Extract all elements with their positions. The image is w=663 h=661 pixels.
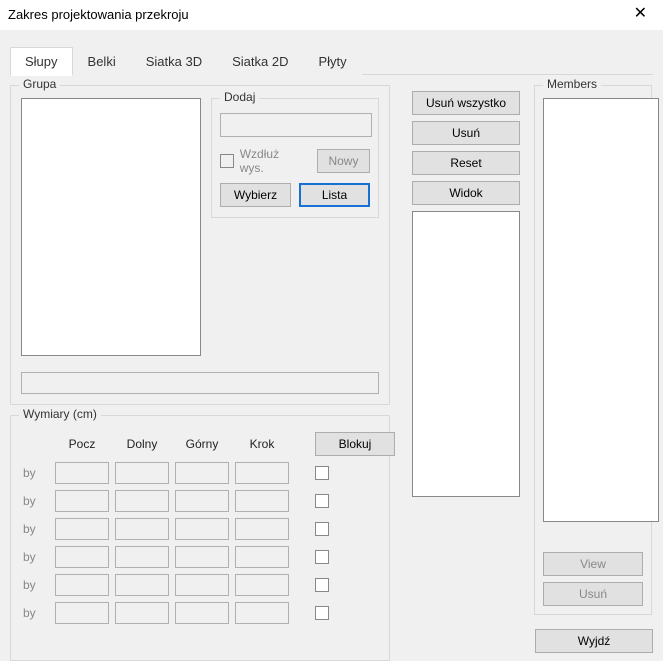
usun-wszystko-button[interactable]: Usuń wszystko <box>412 91 520 115</box>
wyjdz-button[interactable]: Wyjdź <box>535 629 653 653</box>
tab-plyty[interactable]: Płyty <box>303 47 361 75</box>
tab-content: Grupa Dodaj Wzdłuż wys. <box>10 75 653 661</box>
dodaj-input[interactable] <box>220 113 372 137</box>
dim-header-dolny: Dolny <box>115 437 169 451</box>
dim-gorny-input[interactable] <box>175 462 229 484</box>
dim-header-row: Pocz Dolny Górny Krok Blokuj <box>21 432 379 456</box>
dim-row-checkbox[interactable] <box>315 466 329 480</box>
wybierz-button[interactable]: Wybierz <box>220 183 291 207</box>
dim-gorny-input[interactable] <box>175 490 229 512</box>
dim-krok-input[interactable] <box>235 574 289 596</box>
grupa-listbox-wrap <box>21 98 201 356</box>
window-title: Zakres projektowania przekroju <box>8 7 189 22</box>
group-box-members: Members View Usuń <box>534 85 652 615</box>
members-usun-button[interactable]: Usuń <box>543 582 643 606</box>
dim-krok-input[interactable] <box>235 462 289 484</box>
nowy-button[interactable]: Nowy <box>317 149 370 173</box>
action-buttons: Usuń wszystko Usuń Reset Widok <box>412 85 522 205</box>
lista-button[interactable]: Lista <box>299 183 370 207</box>
dim-krok-input[interactable] <box>235 518 289 540</box>
tab-belki[interactable]: Belki <box>73 47 131 75</box>
dim-row-label: by <box>21 466 49 480</box>
dim-row-label: by <box>21 522 49 536</box>
dim-row-checkbox[interactable] <box>315 578 329 592</box>
dim-dolny-input[interactable] <box>115 490 169 512</box>
close-icon[interactable]: ✕ <box>628 6 653 22</box>
dim-dolny-input[interactable] <box>115 518 169 540</box>
dim-row-label: by <box>21 606 49 620</box>
dim-header-krok: Krok <box>235 437 289 451</box>
dim-row-checkbox[interactable] <box>315 550 329 564</box>
dim-gorny-input[interactable] <box>175 518 229 540</box>
dim-row-label: by <box>21 494 49 508</box>
dim-gorny-input[interactable] <box>175 546 229 568</box>
dim-gorny-input[interactable] <box>175 574 229 596</box>
dim-header-pocz: Pocz <box>55 437 109 451</box>
blokuj-button[interactable]: Blokuj <box>315 432 395 456</box>
dim-dolny-input[interactable] <box>115 602 169 624</box>
dim-pocz-input[interactable] <box>55 462 109 484</box>
tab-slupy[interactable]: Słupy <box>10 47 73 76</box>
grupa-bottom-input[interactable] <box>21 372 379 394</box>
left-column: Grupa Dodaj Wzdłuż wys. <box>10 85 400 661</box>
dim-row: by <box>21 518 379 540</box>
dim-row-label: by <box>21 578 49 592</box>
dim-pocz-input[interactable] <box>55 518 109 540</box>
reset-button[interactable]: Reset <box>412 151 520 175</box>
dim-row: by <box>21 574 379 596</box>
tab-siatka-2d[interactable]: Siatka 2D <box>217 47 303 75</box>
dim-header-gorny: Górny <box>175 437 229 451</box>
dim-krok-input[interactable] <box>235 546 289 568</box>
dim-krok-input[interactable] <box>235 490 289 512</box>
dim-dolny-input[interactable] <box>115 462 169 484</box>
legend-grupa: Grupa <box>19 77 60 91</box>
right-column: Members View Usuń <box>534 85 654 661</box>
dim-krok-input[interactable] <box>235 602 289 624</box>
dim-row: by <box>21 462 379 484</box>
dim-row-checkbox[interactable] <box>315 606 329 620</box>
tabs-row: Słupy Belki Siatka 3D Siatka 2D Płyty <box>10 46 653 75</box>
client-area: Słupy Belki Siatka 3D Siatka 2D Płyty Gr… <box>0 30 663 661</box>
group-box-grupa: Grupa Dodaj Wzdłuż wys. <box>10 85 390 405</box>
dim-row: by <box>21 546 379 568</box>
members-view-button[interactable]: View <box>543 552 643 576</box>
dim-gorny-input[interactable] <box>175 602 229 624</box>
mid-column: Usuń wszystko Usuń Reset Widok <box>412 85 522 661</box>
titlebar: Zakres projektowania przekroju ✕ <box>0 0 663 26</box>
legend-members: Members <box>543 77 601 91</box>
grupa-listbox[interactable] <box>21 98 201 356</box>
dim-dolny-input[interactable] <box>115 574 169 596</box>
dim-row-label: by <box>21 550 49 564</box>
tabs: Słupy Belki Siatka 3D Siatka 2D Płyty <box>10 46 653 75</box>
widok-button[interactable]: Widok <box>412 181 520 205</box>
wzdluz-wys-label: Wzdłuż wys. <box>240 147 305 175</box>
dim-pocz-input[interactable] <box>55 546 109 568</box>
group-box-dodaj: Dodaj Wzdłuż wys. Nowy Wybierz Lista <box>211 98 379 218</box>
dim-pocz-input[interactable] <box>55 602 109 624</box>
members-listbox[interactable] <box>543 98 659 522</box>
mid-listbox[interactable] <box>412 211 520 497</box>
group-box-wymiary: Wymiary (cm) Pocz Dolny Górny Krok Bloku… <box>10 415 390 661</box>
legend-dodaj: Dodaj <box>220 90 259 104</box>
tab-siatka-3d[interactable]: Siatka 3D <box>131 47 217 75</box>
dim-row-checkbox[interactable] <box>315 522 329 536</box>
usun-button[interactable]: Usuń <box>412 121 520 145</box>
dim-pocz-input[interactable] <box>55 574 109 596</box>
legend-wymiary: Wymiary (cm) <box>19 407 101 421</box>
wzdluz-wys-checkbox[interactable] <box>220 154 234 168</box>
dim-row: by <box>21 602 379 624</box>
window: Zakres projektowania przekroju ✕ Słupy B… <box>0 0 663 661</box>
dim-row-checkbox[interactable] <box>315 494 329 508</box>
dim-pocz-input[interactable] <box>55 490 109 512</box>
dim-dolny-input[interactable] <box>115 546 169 568</box>
dim-row: by <box>21 490 379 512</box>
exit-bar: Wyjdź <box>535 629 653 653</box>
